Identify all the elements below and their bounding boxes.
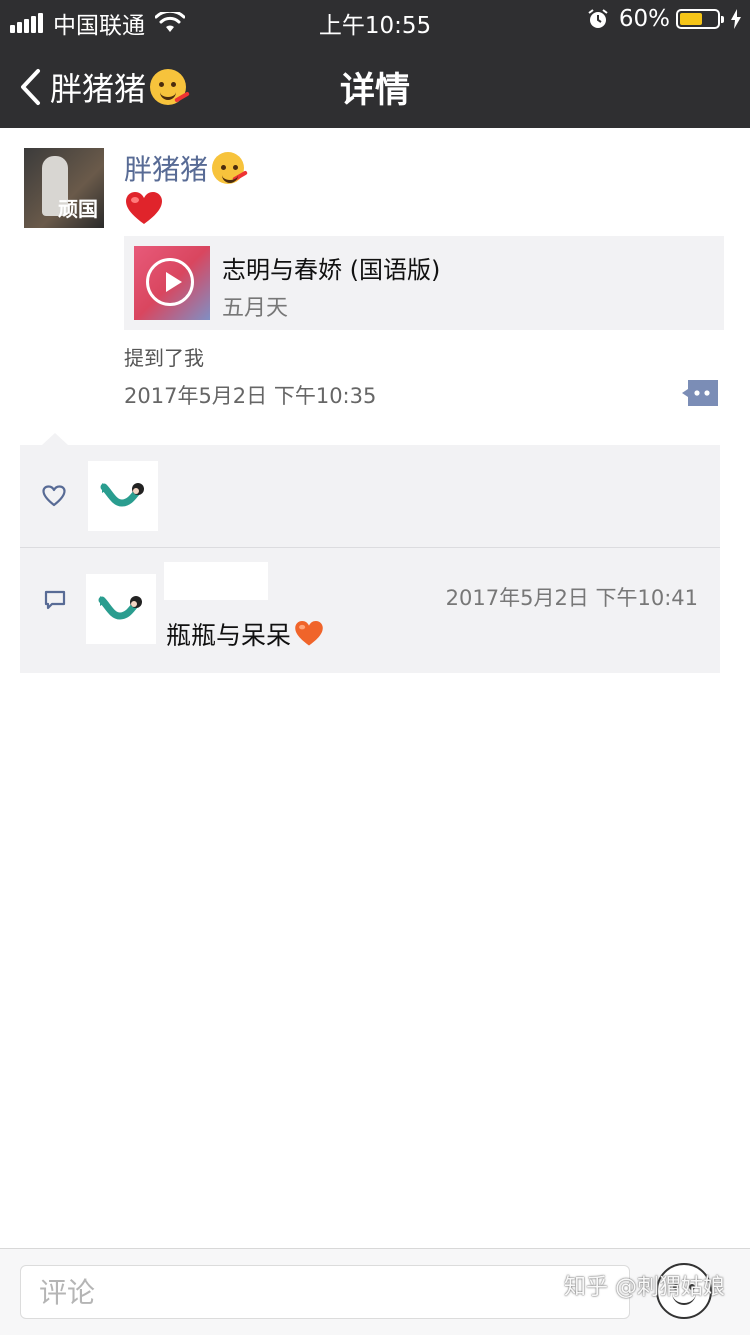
alarm-icon: [588, 9, 608, 28]
play-icon: [146, 258, 194, 306]
panel-arrow: [42, 433, 68, 445]
comment-bubble-icon: [44, 590, 66, 610]
red-heart-emoji: [126, 192, 162, 224]
commenter-name-redacted[interactable]: [164, 562, 268, 600]
mermaid-avatar-image: [98, 596, 142, 620]
post-timestamp: 2017年5月2日 下午10:35: [124, 384, 377, 408]
mention-text: 提到了我: [124, 346, 204, 370]
liker-avatar[interactable]: [88, 461, 158, 531]
comment-input[interactable]: [21, 1266, 629, 1318]
status-right: 60%: [587, 6, 742, 32]
orange-heart-emoji: [295, 621, 323, 646]
mermaid-avatar-image: [100, 483, 144, 507]
comment-input-box: [20, 1265, 630, 1319]
battery-percent: 60%: [618, 6, 670, 32]
comment-item[interactable]: 2017年5月2日 下午10:41 瓶瓶与呆呆: [20, 548, 720, 673]
comment-bar: 知乎 @刺猬姑娘: [0, 1248, 750, 1335]
battery-icon: [676, 9, 724, 29]
commenter-avatar[interactable]: [86, 574, 156, 644]
nav-bar: 胖猪猪 详情: [0, 40, 750, 128]
battery-fill: [680, 13, 702, 25]
face-with-thermometer-emoji: [212, 152, 248, 184]
comment-more-icon[interactable]: [682, 380, 718, 406]
charging-bolt-icon: [731, 9, 741, 29]
author-name[interactable]: 胖猪猪: [124, 148, 248, 188]
song-artist: 五月天: [222, 296, 289, 321]
status-bar: 中国联通 上午10:55 60%: [0, 0, 750, 40]
emoji-picker-button[interactable]: [656, 1263, 712, 1319]
comment-timestamp: 2017年5月2日 下午10:41: [445, 586, 698, 610]
heart-outline-icon: [42, 485, 66, 507]
author-name-text: 胖猪猪: [124, 153, 209, 186]
page-title: 详情: [339, 71, 410, 111]
song-title: 志明与春娇 (国语版): [222, 256, 441, 284]
interaction-panel: 2017年5月2日 下午10:41 瓶瓶与呆呆: [20, 433, 720, 673]
comment-text-content: 瓶瓶与呆呆: [166, 621, 292, 650]
top-bar: 中国联通 上午10:55 60% 胖猪猪 详情: [0, 0, 750, 128]
music-share-card[interactable]: 志明与春娇 (国语版) 五月天: [124, 236, 724, 330]
comment-text: 瓶瓶与呆呆: [166, 616, 323, 652]
album-cover: [134, 246, 210, 320]
likes-row: [20, 445, 720, 547]
author-avatar[interactable]: 顽国: [24, 148, 104, 228]
